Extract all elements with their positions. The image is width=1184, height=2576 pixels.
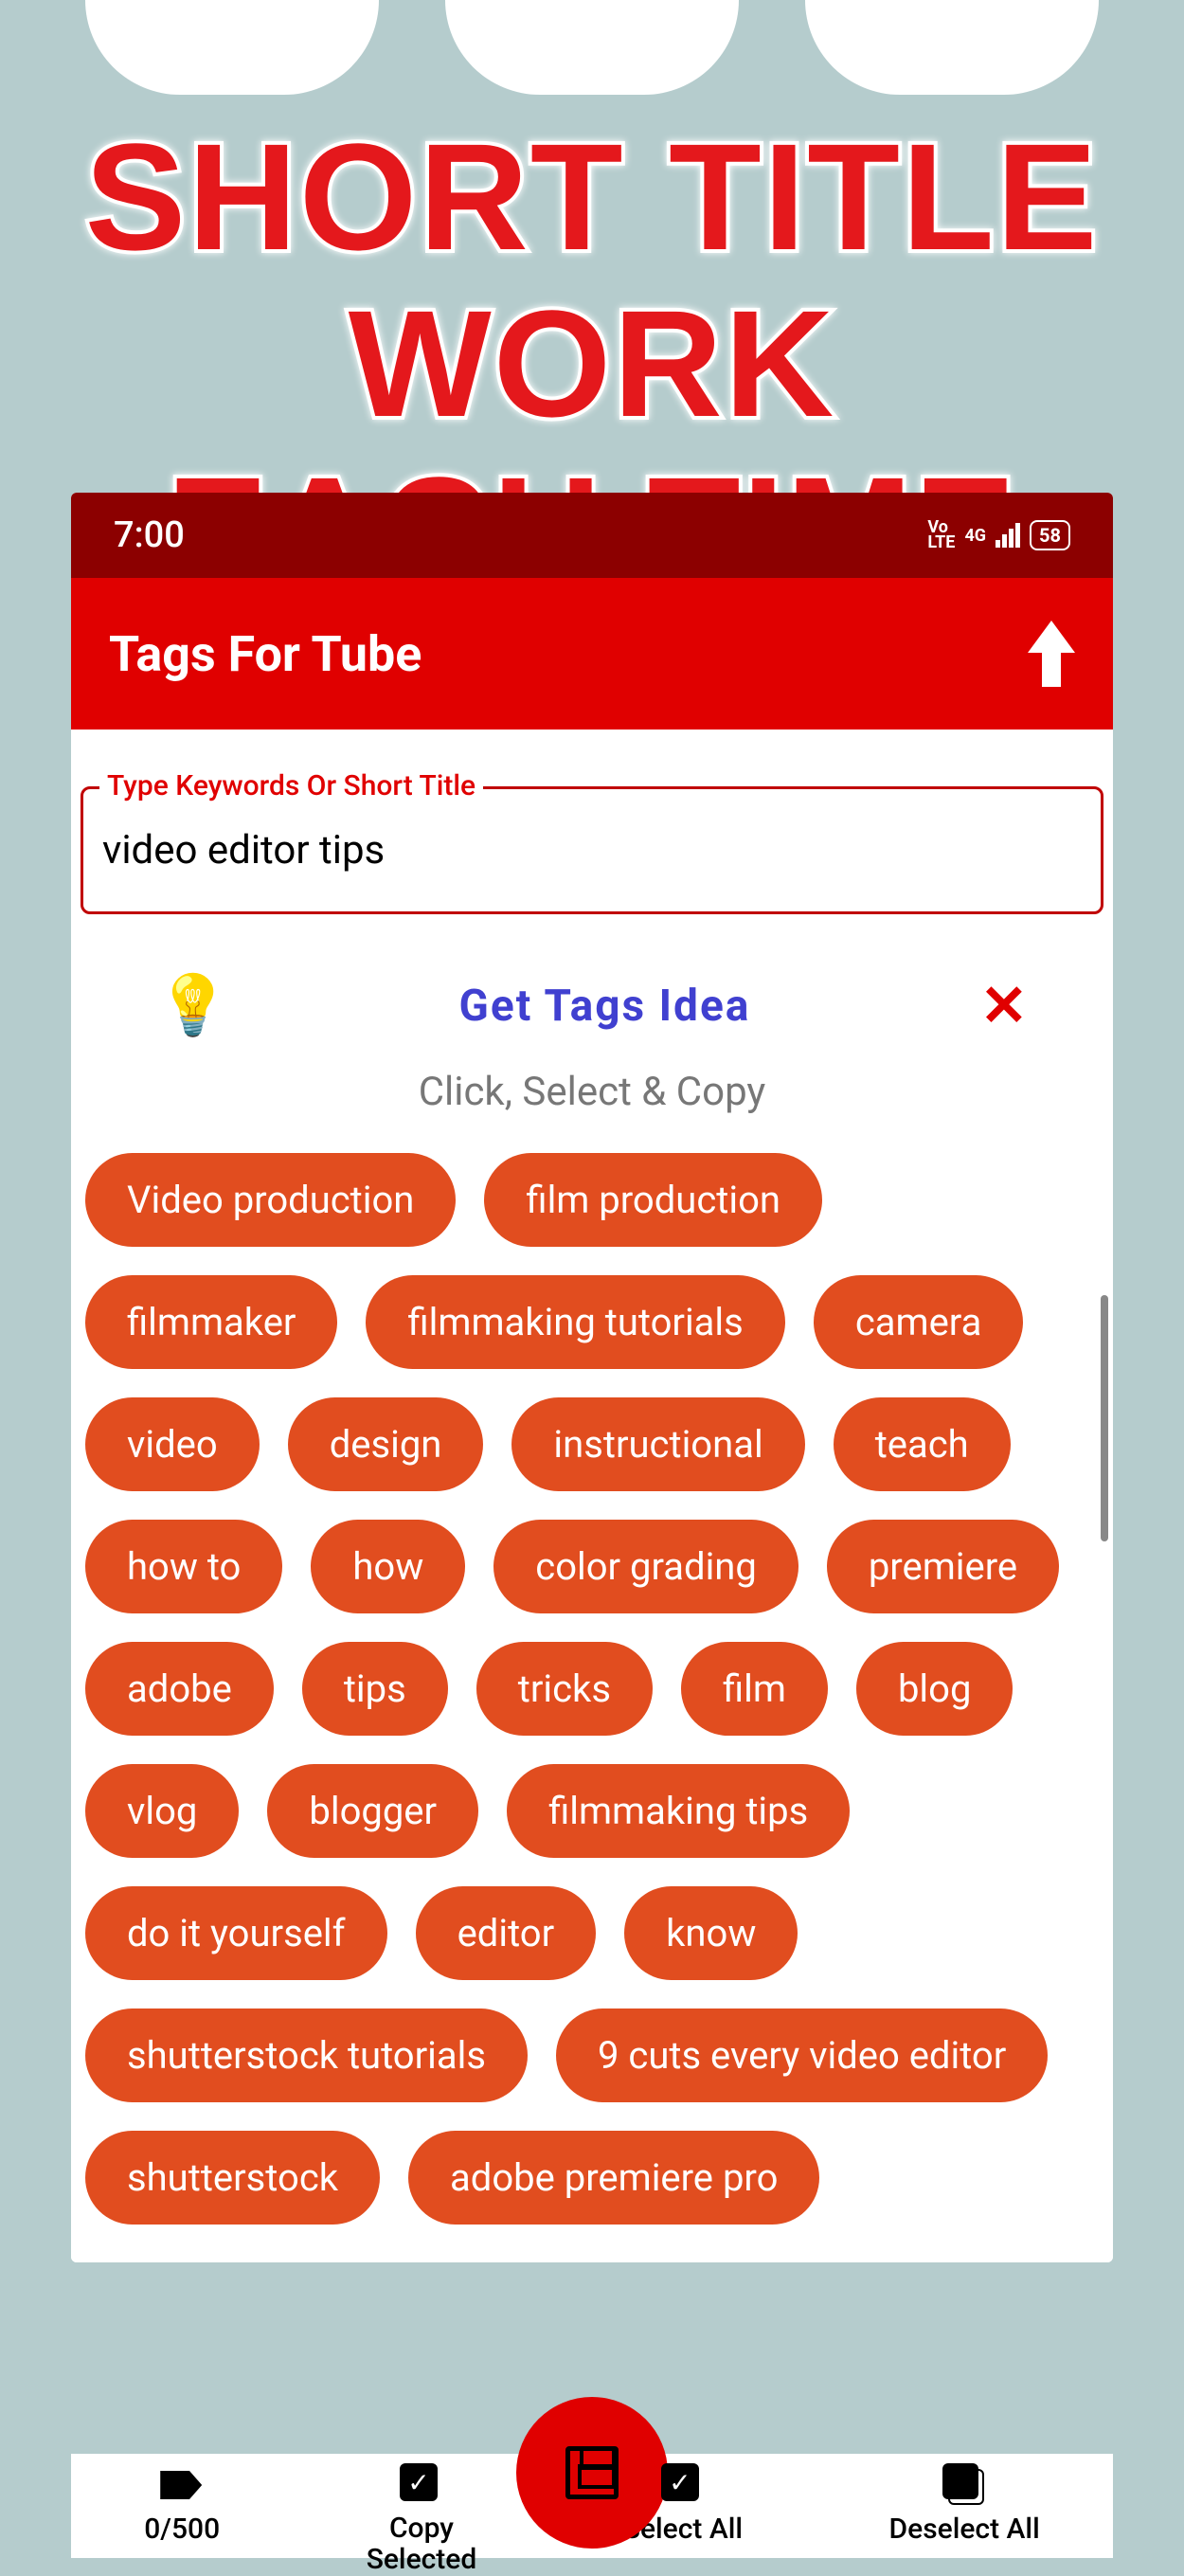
tag-chip[interactable]: know <box>624 1886 798 1980</box>
close-icon[interactable]: ✕ <box>980 972 1028 1039</box>
tag-chip[interactable]: film production <box>484 1153 822 1247</box>
keyword-input[interactable] <box>81 786 1103 914</box>
instruction-subtitle: Click, Select & Copy <box>81 1069 1103 1115</box>
network-4g-icon: 4G <box>964 526 986 546</box>
nav-deselect-all[interactable]: Deselect All <box>889 2463 1040 2546</box>
tag-chip[interactable]: how <box>311 1520 465 1613</box>
deselect-all-label: Deselect All <box>889 2513 1040 2546</box>
check-box-icon: ✓ <box>400 2463 438 2501</box>
volte-icon: Vo LTE <box>927 520 955 550</box>
tag-chip[interactable]: premiere <box>827 1520 1059 1613</box>
tag-chip[interactable]: instructional <box>511 1397 804 1491</box>
headline-line-1: SHORT TITLE WORK <box>19 114 1165 447</box>
bottom-nav: 0/500 ✓ Copy Selected ✓ Select All Desel… <box>71 2454 1113 2558</box>
tag-chip[interactable]: vlog <box>85 1764 239 1858</box>
copy-selected-label: Copy Selected <box>367 2513 477 2575</box>
save-fab[interactable] <box>516 2397 668 2549</box>
tag-chip[interactable]: blog <box>856 1642 1013 1736</box>
tag-chip[interactable]: video <box>85 1397 260 1491</box>
save-icon <box>565 2446 619 2499</box>
tag-chip[interactable]: filmmaker <box>85 1275 337 1369</box>
tag-chip[interactable]: teach <box>834 1397 1011 1491</box>
app-header: Tags For Tube <box>71 578 1113 730</box>
check-box-filled-icon: ✓ <box>661 2463 699 2501</box>
tag-chip[interactable]: adobe premiere pro <box>408 2131 819 2225</box>
status-icons: Vo LTE 4G 58 <box>927 520 1070 550</box>
circle-decoration <box>85 0 379 95</box>
tag-chip[interactable]: design <box>288 1397 484 1491</box>
scroll-indicator[interactable] <box>1101 1295 1108 1541</box>
status-bar: 7:00 Vo LTE 4G 58 <box>71 493 1113 578</box>
tag-chip[interactable]: blogger <box>267 1764 478 1858</box>
status-time: 7:00 <box>114 514 185 556</box>
tag-chip[interactable]: color grading <box>493 1520 798 1613</box>
tag-chip[interactable]: film <box>681 1642 828 1736</box>
tag-chip[interactable]: filmmaking tips <box>507 1764 850 1858</box>
tag-chip[interactable]: do it yourself <box>85 1886 387 1980</box>
get-tags-row: 💡 Get Tags Idea ✕ <box>81 971 1103 1069</box>
nav-copy-selected[interactable]: ✓ Copy Selected <box>367 2463 477 2575</box>
tags-area: Video production film production filmmaker… <box>81 1153 1103 2225</box>
counter-label: 0/500 <box>144 2513 220 2546</box>
tag-chip[interactable]: tips <box>302 1642 448 1736</box>
tag-chip[interactable]: Video production <box>85 1153 456 1247</box>
keyword-input-wrapper: Type Keywords Or Short Title <box>81 786 1103 914</box>
square-stack-icon <box>942 2463 978 2499</box>
tag-chip[interactable]: shutterstock tutorials <box>85 2009 528 2102</box>
signal-bars-icon <box>996 523 1020 548</box>
main-content: Type Keywords Or Short Title 💡 Get Tags … <box>71 730 1113 2262</box>
upload-arrow-icon[interactable] <box>1028 621 1075 687</box>
phone-frame: 7:00 Vo LTE 4G 58 Tags For Tube Type Key… <box>71 493 1113 2262</box>
tag-chip[interactable]: shutterstock <box>85 2131 380 2225</box>
battery-icon: 58 <box>1030 520 1070 550</box>
app-title: Tags For Tube <box>109 625 422 683</box>
circle-decoration <box>445 0 739 95</box>
lightbulb-icon: 💡 <box>156 971 229 1040</box>
nav-tag-counter[interactable]: 0/500 <box>144 2463 220 2546</box>
tag-chip[interactable]: camera <box>814 1275 1024 1369</box>
circle-decoration <box>805 0 1099 95</box>
tag-chip[interactable]: tricks <box>476 1642 653 1736</box>
tag-chip[interactable]: filmmaking tutorials <box>366 1275 784 1369</box>
tag-chip[interactable]: editor <box>416 1886 597 1980</box>
get-tags-button[interactable]: Get Tags Idea <box>459 981 751 1032</box>
decorative-circles <box>0 0 1184 95</box>
tag-chip[interactable]: 9 cuts every video editor <box>556 2009 1048 2102</box>
tag-chip[interactable]: how to <box>85 1520 282 1613</box>
tag-chip[interactable]: adobe <box>85 1642 274 1736</box>
keyword-input-label: Type Keywords Or Short Title <box>99 769 483 802</box>
tag-icon <box>160 2471 202 2499</box>
